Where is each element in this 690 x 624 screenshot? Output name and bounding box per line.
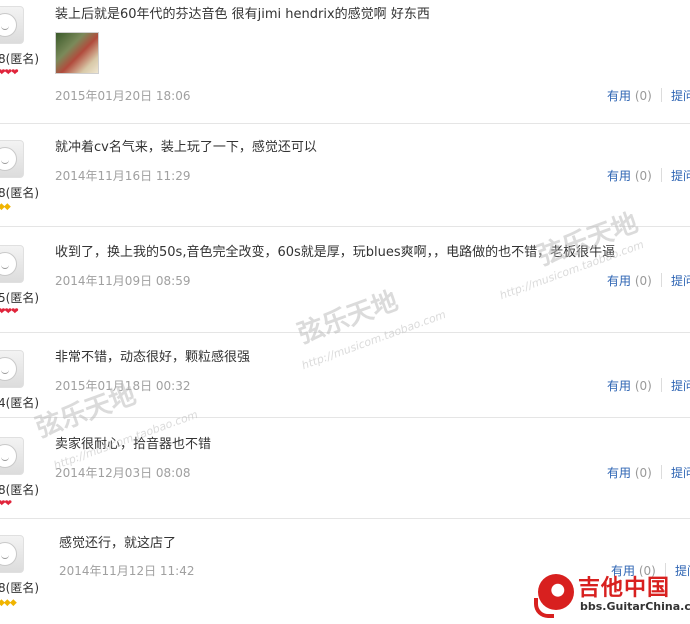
logo-url: bbs.GuitarChina.com — [580, 600, 690, 613]
divider — [661, 168, 662, 182]
reviewer-level-icon: ❤❤ — [0, 499, 12, 509]
reviewer-level-icon: ❤❤❤ — [0, 307, 19, 317]
review-date: 2015年01月18日 00:32 — [55, 379, 191, 393]
useful-label: 有用 — [607, 466, 632, 480]
ask-question-link[interactable]: 提问 — [671, 272, 690, 289]
ask-question-link[interactable]: 提问 — [671, 464, 690, 481]
ask-question-link[interactable]: 提问 — [671, 167, 690, 184]
useful-label: 有用 — [607, 169, 632, 183]
ask-question-link[interactable]: 提问 — [671, 377, 690, 394]
useful-button[interactable]: 有用 (0) — [607, 167, 652, 184]
avatar-face-icon — [0, 13, 17, 37]
avatar-face-icon — [0, 147, 17, 171]
useful-button[interactable]: 有用 (0) — [607, 272, 652, 289]
logo-name: 吉他中国 — [578, 576, 671, 601]
divider — [661, 88, 662, 102]
avatar-face-icon — [0, 357, 17, 381]
review-photo-thumbnail[interactable] — [55, 32, 99, 74]
reviewer-level-icon: ◆◆◆ — [0, 598, 17, 608]
review-date: 2014年12月03日 08:08 — [55, 466, 191, 480]
review-content: 感觉还行，就这店了 — [59, 536, 177, 551]
review-divider — [0, 226, 690, 227]
useful-label: 有用 — [607, 379, 632, 393]
useful-button[interactable]: 有用 (0) — [607, 464, 652, 481]
avatar[interactable] — [0, 350, 24, 388]
useful-count: (0) — [634, 169, 652, 183]
review-date: 2014年11月09日 08:59 — [55, 274, 191, 288]
review-date: 2014年11月12日 11:42 — [59, 564, 195, 578]
avatar-face-icon — [0, 542, 17, 566]
review-content: 非常不错，动态很好，颗粒感很强 — [55, 350, 251, 365]
reviewer-name: 4(匿名) — [0, 396, 39, 410]
review-date: 2014年11月16日 11:29 — [55, 169, 191, 183]
avatar[interactable] — [0, 245, 24, 283]
avatar[interactable] — [0, 6, 24, 44]
avatar[interactable] — [0, 437, 24, 475]
ask-question-link[interactable]: 提问 — [671, 87, 690, 104]
review-date: 2015年01月20日 18:06 — [55, 89, 191, 103]
useful-count: (0) — [634, 379, 652, 393]
divider — [661, 465, 662, 479]
avatar-face-icon — [0, 444, 17, 468]
reviewer-name: 8(匿名) — [0, 186, 39, 200]
review-content: 收到了，换上我的50s,音色完全改变，60s就是厚，玩blues爽啊，，电路做的… — [55, 245, 616, 260]
avatar[interactable] — [0, 140, 24, 178]
useful-label: 有用 — [607, 274, 632, 288]
watermark-text: 弦乐天地 — [294, 286, 403, 350]
review-content: 就冲着cv名气来，装上玩了一下，感觉还可以 — [55, 140, 317, 155]
reviewer-name: 8(匿名) — [0, 483, 39, 497]
useful-count: (0) — [634, 274, 652, 288]
useful-count: (0) — [634, 89, 652, 103]
review-divider — [0, 332, 690, 333]
reviewer-name: 8(匿名) — [0, 581, 39, 595]
divider — [661, 273, 662, 287]
watermark-url: http://musicom.taobao.com — [300, 307, 448, 373]
review-divider — [0, 123, 690, 124]
guitarchina-logo-icon — [534, 574, 574, 618]
reviewer-name: 5(匿名) — [0, 291, 39, 305]
watermark-text: 弦乐天地 — [534, 208, 643, 272]
useful-label: 有用 — [607, 89, 632, 103]
useful-button[interactable]: 有用 (0) — [607, 87, 652, 104]
divider — [661, 378, 662, 392]
reviewer-name: 8(匿名) — [0, 52, 39, 66]
review-divider — [0, 417, 690, 418]
review-content: 装上后就是60年代的芬达音色 很有jimi hendrix的感觉啊 好东西 — [55, 7, 430, 22]
useful-count: (0) — [634, 466, 652, 480]
review-content: 卖家很耐心，拾音器也不错 — [55, 437, 212, 452]
reviewer-level-icon: ❤❤❤ — [0, 68, 19, 78]
review-divider — [0, 518, 690, 519]
avatar-face-icon — [0, 252, 17, 276]
reviewer-level-icon: ◆◆ — [0, 202, 11, 212]
useful-button[interactable]: 有用 (0) — [607, 377, 652, 394]
avatar[interactable] — [0, 535, 24, 573]
guitarchina-logo: 吉他中国 bbs.GuitarChina.com — [534, 572, 690, 618]
